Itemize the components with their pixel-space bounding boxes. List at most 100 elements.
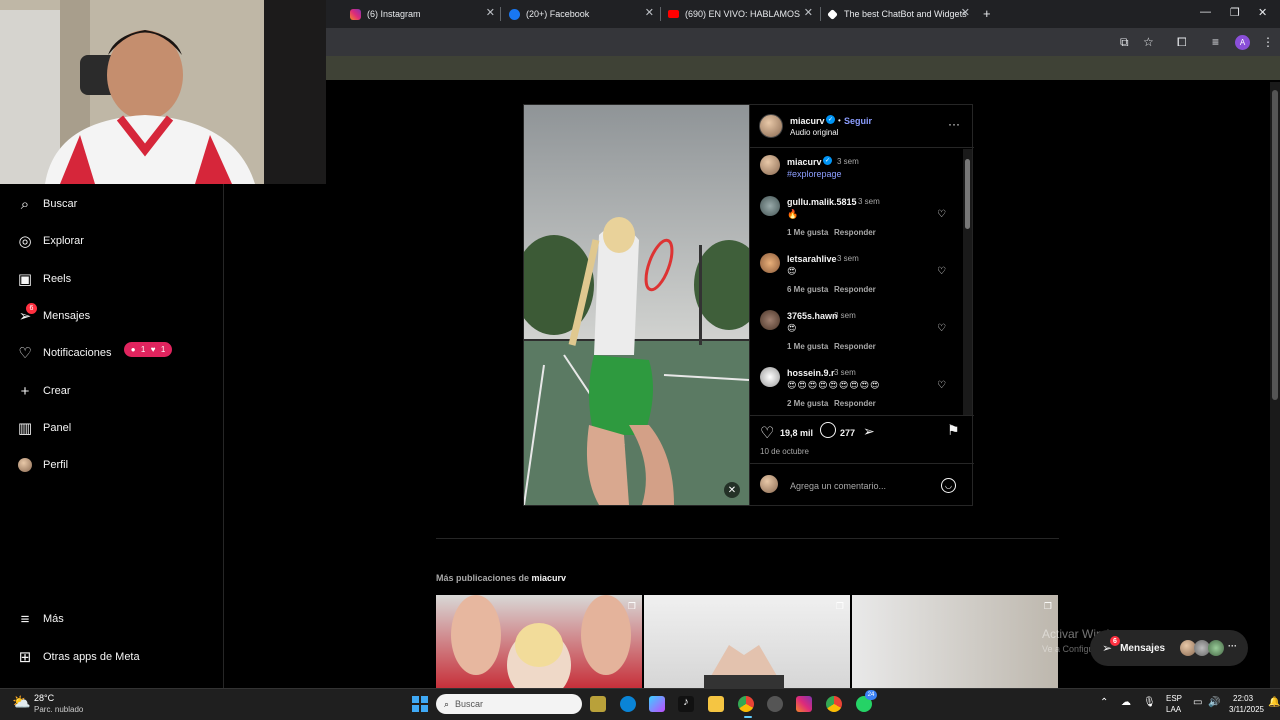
more-posts-user[interactable]: miacurv xyxy=(532,573,567,583)
page-scrollbar[interactable] xyxy=(1270,82,1280,688)
cast-icon[interactable]: ⧉ xyxy=(1120,35,1129,50)
clock-date[interactable]: 3/11/2025 xyxy=(1229,705,1264,714)
like-count[interactable]: 19,8 mil xyxy=(780,428,813,438)
more-options-icon[interactable]: ··· xyxy=(948,117,960,131)
comments-scrollbar[interactable] xyxy=(963,149,972,415)
comment-input[interactable]: Agrega un comentario... xyxy=(790,481,886,491)
more-post-thumb[interactable]: ❐ xyxy=(644,595,850,688)
close-icon[interactable]: ✕ xyxy=(961,6,970,19)
sidebar-item-meta-apps[interactable]: ⊞ Otras apps de Meta xyxy=(16,648,140,666)
instagram-icon[interactable] xyxy=(796,696,812,712)
comment-count[interactable]: 277 xyxy=(840,428,855,438)
copilot-icon[interactable] xyxy=(649,696,665,712)
share-icon[interactable]: ➢ xyxy=(863,423,875,440)
edge-icon[interactable] xyxy=(620,696,636,712)
sidebar-item-notifications[interactable]: ♡ Notificaciones xyxy=(16,344,111,362)
mute-icon[interactable]: ✕ xyxy=(724,482,740,498)
keyboard-layout[interactable]: LAA xyxy=(1166,705,1181,714)
extensions-icon[interactable]: ⧠ xyxy=(1177,35,1187,50)
new-tab-button[interactable]: + xyxy=(983,6,991,21)
commenter-avatar[interactable] xyxy=(760,310,780,330)
emoji-icon[interactable]: ◡ xyxy=(941,478,956,493)
microphone-icon[interactable]: 🎙 xyxy=(1143,697,1156,708)
notifications-icon[interactable]: 🔔 xyxy=(1268,697,1280,708)
sidebar-item-profile[interactable]: Perfil xyxy=(16,456,68,474)
sidebar-item-search[interactable]: ⌕ Buscar xyxy=(16,195,77,213)
author-avatar[interactable] xyxy=(759,114,783,138)
post-media[interactable]: ✕ xyxy=(524,105,749,505)
messages-pill[interactable]: ➢ 6 Mensajes ··· xyxy=(1090,630,1248,666)
cloud-icon[interactable]: ☁ xyxy=(1121,697,1131,708)
tab-youtube[interactable]: (690) EN VIVO: HABLAMOS co ✕ xyxy=(668,4,813,24)
comment-like-icon[interactable]: ♡ xyxy=(937,266,946,277)
sidebar-item-messages[interactable]: ➢ 6 Mensajes xyxy=(16,303,90,325)
comment-likes[interactable]: 1 Me gusta xyxy=(787,228,828,237)
comment-likes[interactable]: 1 Me gusta xyxy=(787,342,828,351)
reply-button[interactable]: Responder xyxy=(834,399,876,408)
caption-username[interactable]: miacurv xyxy=(787,157,822,167)
more-post-thumb[interactable]: ❐ xyxy=(852,595,1058,688)
clock-time[interactable]: 22:03 xyxy=(1233,694,1253,703)
more-post-thumb[interactable]: ❐ xyxy=(436,595,642,688)
whatsapp-icon[interactable]: 24 xyxy=(856,690,877,712)
taskbar-search[interactable]: ⌕ Buscar xyxy=(436,694,582,714)
tiktok-icon[interactable]: ♪ xyxy=(678,696,694,712)
maximize-icon[interactable]: ❐ xyxy=(1230,6,1240,19)
caption-avatar[interactable] xyxy=(760,155,780,175)
comment-username[interactable]: 3765s.hawn xyxy=(787,311,838,321)
close-icon[interactable]: ✕ xyxy=(800,6,813,19)
menu-icon[interactable]: ⋮ xyxy=(1262,35,1274,49)
like-icon[interactable]: ♡ xyxy=(760,423,774,443)
commenter-avatar[interactable] xyxy=(760,196,780,216)
comment-like-icon[interactable]: ♡ xyxy=(937,323,946,334)
sidebar-item-explore[interactable]: ◎ Explorar xyxy=(16,232,84,250)
author-username[interactable]: miacurv xyxy=(790,116,825,126)
sidebar-item-more[interactable]: ≡ Más xyxy=(16,610,64,628)
comment-likes[interactable]: 2 Me gusta xyxy=(787,399,828,408)
chrome-icon[interactable] xyxy=(738,696,754,712)
app-icon[interactable] xyxy=(767,696,783,712)
sidebar-item-reels[interactable]: ▣ Reels xyxy=(16,270,71,288)
tab-instagram[interactable]: (6) Instagram ✕ xyxy=(350,4,495,24)
weather-desc[interactable]: Parc. nublado xyxy=(34,705,83,714)
comment-likes[interactable]: 6 Me gusta xyxy=(787,285,828,294)
close-icon[interactable]: ✕ xyxy=(645,6,654,19)
bookmark-star-icon[interactable]: ☆ xyxy=(1143,35,1154,49)
tab-facebook[interactable]: (20+) Facebook ✕ xyxy=(509,4,654,24)
comment-username[interactable]: gullu.malik.5815 xyxy=(787,197,857,207)
media-icon[interactable]: ≡ xyxy=(1212,35,1219,49)
profile-avatar[interactable]: A xyxy=(1235,35,1250,50)
sidebar-item-panel[interactable]: ▥ Panel xyxy=(16,419,71,437)
reply-button[interactable]: Responder xyxy=(834,342,876,351)
comment-like-icon[interactable]: ♡ xyxy=(937,209,946,220)
close-window-icon[interactable]: ✕ xyxy=(1258,6,1267,19)
comment-icon[interactable] xyxy=(820,422,836,438)
commenter-avatar[interactable] xyxy=(760,253,780,273)
weather-temp[interactable]: 28°C xyxy=(34,693,54,703)
chrome-icon[interactable] xyxy=(826,696,842,712)
file-explorer-icon[interactable] xyxy=(708,696,724,712)
close-icon[interactable]: ✕ xyxy=(486,6,495,19)
minimize-icon[interactable]: — xyxy=(1200,6,1211,18)
caption-hashtag[interactable]: #explorepage xyxy=(787,169,842,179)
tab-chatbot[interactable]: The best ChatBot and Widgets ✕ xyxy=(827,4,970,24)
messages-pill-label: Mensajes xyxy=(1120,642,1166,654)
chevron-up-icon[interactable]: ⌃ xyxy=(1100,697,1108,708)
comment-username[interactable]: letsarahlive xyxy=(787,254,837,264)
save-icon[interactable]: ⚑ xyxy=(947,422,960,439)
audio-label[interactable]: Audio original xyxy=(790,128,838,137)
reply-button[interactable]: Responder xyxy=(834,228,876,237)
follow-button[interactable]: Seguir xyxy=(844,116,872,126)
sidebar-item-create[interactable]: + Crear xyxy=(16,382,71,400)
language-code[interactable]: ESP xyxy=(1166,694,1182,703)
comment-username[interactable]: hossein.9.r xyxy=(787,368,835,378)
app-icon[interactable] xyxy=(590,696,606,712)
commenter-avatar[interactable] xyxy=(760,367,780,387)
volume-icon[interactable]: 🔊 xyxy=(1208,697,1220,708)
comment-like-icon[interactable]: ♡ xyxy=(937,380,946,391)
compass-icon: ◎ xyxy=(18,233,32,250)
weather-icon[interactable]: ⛅ xyxy=(12,693,31,711)
reply-button[interactable]: Responder xyxy=(834,285,876,294)
windows-start-icon[interactable] xyxy=(412,696,428,712)
network-icon[interactable]: ▭ xyxy=(1193,697,1202,708)
